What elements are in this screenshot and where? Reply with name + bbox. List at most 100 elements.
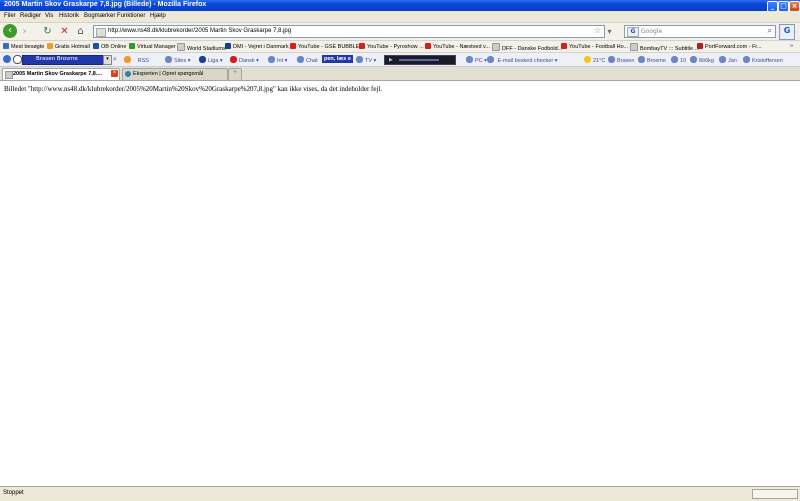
toolbar-chat[interactable]: Chat bbox=[297, 56, 318, 64]
search-icon[interactable]: ⌕ bbox=[768, 26, 772, 36]
toolbar-count[interactable]: 10 bbox=[671, 56, 686, 64]
pc-icon bbox=[466, 56, 473, 63]
new-tab-button[interactable]: + bbox=[228, 68, 242, 80]
menu-bookmarks[interactable]: Bogmærker bbox=[84, 13, 115, 19]
home-icon[interactable]: ⌂ bbox=[75, 26, 86, 37]
page-icon bbox=[96, 28, 106, 37]
bookmark-item[interactable]: BombayTV ::: Subtitle ... bbox=[630, 43, 699, 52]
globe-icon bbox=[165, 56, 172, 63]
page-icon bbox=[129, 43, 135, 49]
menu-help[interactable]: Hjælp bbox=[150, 13, 166, 19]
toolbar-tv[interactable]: TV ▾ bbox=[356, 56, 376, 64]
globe-icon bbox=[268, 56, 275, 63]
menu-file[interactable]: Filer bbox=[4, 13, 16, 19]
bookmarks-overflow-icon[interactable]: » bbox=[790, 43, 793, 49]
toolbar-logo-icon[interactable] bbox=[3, 55, 11, 63]
menu-tools[interactable]: Funktioner bbox=[117, 13, 145, 19]
search-icon[interactable] bbox=[13, 55, 22, 64]
person-icon bbox=[719, 56, 726, 63]
person-icon bbox=[743, 56, 750, 63]
danish-flag-icon bbox=[230, 56, 237, 63]
url-field[interactable]: http://www.ns48.dk/klubrekorder/2005 Mar… bbox=[93, 25, 605, 38]
page-icon bbox=[697, 43, 703, 49]
chevron-down-icon[interactable]: ▾ bbox=[103, 55, 112, 65]
page-icon bbox=[630, 43, 638, 51]
youtube-icon bbox=[359, 43, 365, 49]
menu-bar: Filer Rediger Vis Historik Bogmærker Fun… bbox=[0, 11, 800, 23]
bookmarks-toolbar: Mest besøgte Gratis Hotmail OB Online Vi… bbox=[0, 41, 800, 53]
toolbar-pc[interactable]: PC ▾ bbox=[466, 56, 487, 64]
youtube-icon bbox=[425, 43, 431, 49]
bookmark-item[interactable]: PortForward.com - Fr... bbox=[697, 43, 762, 50]
rss-icon bbox=[124, 56, 131, 63]
bookmark-item[interactable]: DMI - Vejret i Danmark bbox=[225, 43, 289, 50]
forward-arrow-icon[interactable]: › bbox=[19, 26, 30, 37]
bookmark-item[interactable]: YouTube - Football Ho... bbox=[561, 43, 628, 50]
number-icon bbox=[671, 56, 678, 63]
bookmark-item[interactable]: World Stadiums bbox=[177, 43, 226, 52]
toolbar-select[interactable]: Brasen Brosme bbox=[22, 55, 104, 65]
toolbar-rss[interactable]: RSS bbox=[124, 56, 149, 64]
toolbar-email-checker[interactable]: E-mail besked checker ▾ bbox=[487, 56, 557, 64]
status-bar: Stoppet bbox=[0, 486, 800, 501]
bookmark-item[interactable]: Gratis Hotmail bbox=[47, 43, 90, 50]
toolbar-weather[interactable]: 21°C bbox=[584, 56, 605, 64]
youtube-icon bbox=[561, 43, 567, 49]
menu-edit[interactable]: Rediger bbox=[20, 13, 41, 19]
toolbar-jan[interactable]: Jan bbox=[719, 56, 737, 64]
reload-icon[interactable]: ↻ bbox=[42, 26, 53, 37]
tab-eksperten[interactable]: Eksperten | Opret spørgsmål bbox=[122, 68, 228, 80]
page-content: Billedet "http://www.ns48.dk/klubrekorde… bbox=[0, 81, 800, 486]
toolbar-weight[interactable]: 8ö6kg bbox=[690, 56, 714, 64]
bookmark-item[interactable]: DFF - Danske Fodbold... bbox=[492, 43, 562, 52]
close-tab-icon[interactable]: × bbox=[111, 70, 118, 77]
search-input[interactable]: G Google ⌕ bbox=[624, 25, 776, 38]
error-message: Billedet "http://www.ns48.dk/klubrekorde… bbox=[4, 85, 383, 93]
fish-icon bbox=[638, 56, 645, 63]
toolbar-kristoffersen[interactable]: Kristoffersen bbox=[743, 56, 783, 64]
bookmark-item[interactable]: YouTube - Næstved v... bbox=[425, 43, 490, 50]
bookmark-item[interactable]: Virtual Manager bbox=[129, 43, 176, 50]
search-icon[interactable]: ⌕ bbox=[113, 55, 120, 63]
page-icon bbox=[93, 43, 99, 49]
toolbar-brasen[interactable]: Brasen bbox=[608, 56, 634, 64]
navigation-toolbar: ‹ › ↻ ✕ ⌂ http://www.ns48.dk/klubrekorde… bbox=[0, 23, 800, 41]
tab-bar: 2005 Martin Skov Graskarpe 7,8.... × Eks… bbox=[0, 67, 800, 81]
menu-view[interactable]: Vis bbox=[45, 13, 53, 19]
youtube-icon bbox=[290, 43, 296, 49]
bookmark-star-icon[interactable]: ☆ bbox=[594, 26, 601, 35]
toolbar-liga[interactable]: Liga ▾ bbox=[199, 56, 223, 64]
tab-image[interactable]: 2005 Martin Skov Graskarpe 7,8.... × bbox=[2, 68, 120, 80]
custom-toolbar: Brasen Brosme ▾ ⌕ RSS Sites ▾ Liga ▾ Dan… bbox=[0, 53, 800, 67]
toolbar-brosme[interactable]: Brosme bbox=[638, 56, 666, 64]
url-text: http://www.ns48.dk/klubrekorder/2005 Mar… bbox=[108, 28, 292, 34]
page-icon bbox=[225, 43, 231, 49]
bookmark-dropdown-icon[interactable]: ▾ bbox=[604, 26, 615, 37]
bookmark-item[interactable]: YouTube - Pyroshow ... bbox=[359, 43, 424, 50]
eksperten-icon bbox=[125, 71, 131, 77]
toolbar-sites[interactable]: Sites ▾ bbox=[165, 56, 191, 64]
toolbar-int[interactable]: Int ▾ bbox=[268, 56, 287, 64]
page-icon bbox=[177, 43, 185, 51]
play-icon[interactable]: ▶ bbox=[389, 57, 393, 63]
back-arrow-icon[interactable]: ‹ bbox=[3, 24, 17, 38]
title-bar[interactable]: 2005 Martin Skov Graskarpe 7,8.jpg (Bill… bbox=[0, 0, 800, 12]
sun-icon bbox=[584, 56, 591, 63]
stop-icon[interactable]: ✕ bbox=[59, 26, 70, 37]
bookmark-folder-icon bbox=[3, 43, 9, 49]
google-toolbar-icon[interactable]: G bbox=[779, 24, 795, 40]
status-text: Stoppet bbox=[3, 490, 24, 496]
page-icon bbox=[47, 43, 53, 49]
media-player[interactable]: ▶ bbox=[384, 55, 456, 65]
search-engine-icon[interactable]: G bbox=[627, 27, 639, 37]
ticker-text[interactable]: pen, læs e bbox=[322, 55, 353, 63]
bookmark-item[interactable]: YouTube - GSE BUBBLES bbox=[290, 43, 363, 50]
menu-history[interactable]: Historik bbox=[59, 13, 79, 19]
bookmark-item[interactable]: OB Online bbox=[93, 43, 126, 50]
page-icon bbox=[492, 43, 500, 51]
toolbar-dansk[interactable]: Dansk ▾ bbox=[230, 56, 259, 64]
fish-icon bbox=[608, 56, 615, 63]
media-progress[interactable] bbox=[399, 59, 439, 61]
page-icon bbox=[5, 71, 13, 79]
bookmark-item[interactable]: Mest besøgte bbox=[3, 43, 44, 50]
